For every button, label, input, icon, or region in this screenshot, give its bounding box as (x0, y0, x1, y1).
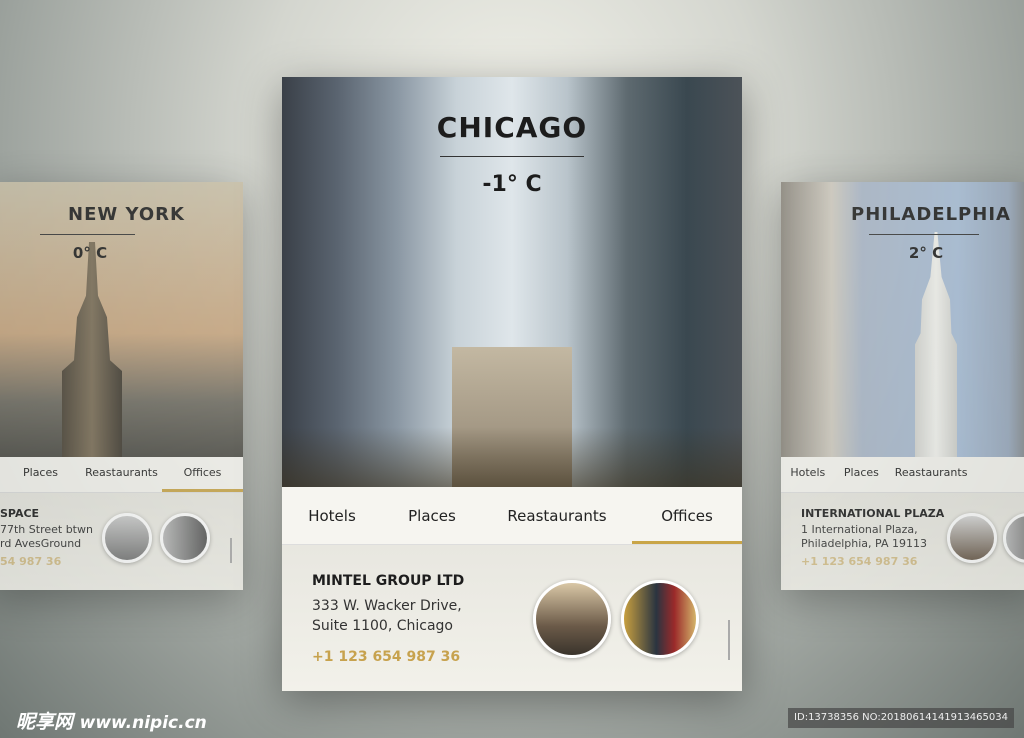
temperature: 0° C (72, 244, 108, 262)
tab-restaurants[interactable]: Reastaurants (81, 457, 162, 492)
city-title: NEW YORK (68, 204, 185, 225)
city-title: PHILADELPHIA (851, 204, 1011, 225)
watermark-id: ID:13738356 NO:20180614141913465034 (788, 708, 1014, 728)
card-philadelphia[interactable]: PHILADELPHIA 2° C Hotels Places Reastaur… (781, 182, 1024, 590)
office-photo[interactable] (621, 580, 699, 658)
tab-offices[interactable]: Offices (162, 457, 243, 492)
office-photo[interactable] (102, 513, 152, 563)
card-new-york[interactable]: NEW YORK 0° C Places Reastaurants Office… (0, 182, 243, 590)
phone: +1 123 654 987 36 (801, 555, 918, 568)
tab-places[interactable]: Places (835, 457, 889, 492)
city-title: CHICAGO (436, 111, 588, 144)
office-photo[interactable] (533, 580, 611, 658)
scrollbar[interactable] (728, 620, 730, 660)
tab-places[interactable]: Places (382, 487, 482, 544)
temperature: 2° C (908, 244, 944, 262)
tab-places[interactable]: Places (0, 457, 81, 492)
address-line-1: 77th Street btwn (0, 523, 93, 536)
tab-offices[interactable]: Offices (632, 487, 742, 544)
address-line-2: rd AvesGround (0, 537, 82, 550)
tab-restaurants[interactable]: Reastaurants (888, 457, 974, 492)
watermark-logo: 昵享网 www.nipic.cn (16, 711, 207, 733)
office-photo[interactable] (947, 513, 997, 563)
address-line-2: Suite 1100, Chicago (312, 618, 453, 634)
scrollbar[interactable] (230, 538, 232, 563)
office-photo[interactable] (160, 513, 210, 563)
tab-hotels[interactable]: Hotels (781, 457, 835, 492)
tab-restaurants[interactable]: Reastaurants (482, 487, 632, 544)
address-line-1: 1 International Plaza, (801, 523, 918, 536)
office-name: SPACE (0, 507, 40, 520)
phone: 54 987 36 (0, 555, 62, 568)
tab-hotels[interactable]: Hotels (282, 487, 382, 544)
office-photo[interactable] (1003, 513, 1024, 563)
office-name: INTERNATIONAL PLAZA (801, 507, 945, 520)
address-line-2: Philadelphia, PA 19113 (801, 537, 927, 550)
phone: +1 123 654 987 36 (312, 649, 461, 665)
office-name: MINTEL GROUP LTD (312, 573, 465, 589)
temperature: -1° C (482, 172, 542, 197)
address-line-1: 333 W. Wacker Drive, (312, 598, 462, 614)
card-chicago[interactable]: CHICAGO -1° C Hotels Places Reastaurants… (282, 77, 742, 691)
